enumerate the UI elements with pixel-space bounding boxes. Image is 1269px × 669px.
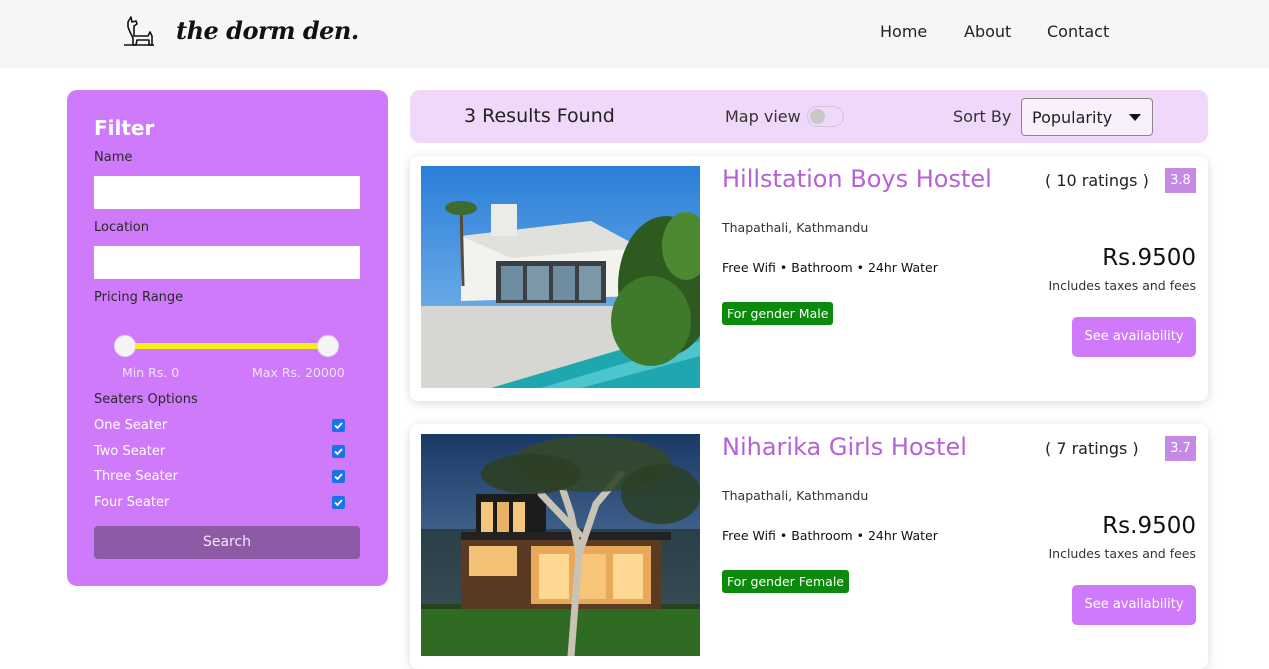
- price-note: Includes taxes and fees: [1048, 546, 1196, 561]
- name-label: Name: [94, 150, 133, 165]
- results-count: 3 Results Found: [464, 105, 615, 127]
- goat-icon[interactable]: [122, 14, 156, 48]
- rating-score-badge: 3.8: [1165, 168, 1196, 193]
- nav-home[interactable]: Home: [880, 22, 927, 41]
- filter-title: Filter: [94, 116, 155, 140]
- listing-price: Rs.9500: [1102, 245, 1196, 271]
- location-input[interactable]: [94, 246, 360, 279]
- filter-panel: Filter Name Location Pricing Range Min R…: [67, 90, 388, 586]
- seaters-options-label: Seaters Options: [94, 392, 198, 407]
- logo-text[interactable]: the dorm den.: [176, 16, 359, 45]
- seater-label-three: Three Seater: [94, 469, 179, 484]
- price-min-label: Min Rs. 0: [122, 365, 180, 380]
- toggle-knob: [810, 109, 825, 124]
- listing-photo[interactable]: [421, 166, 700, 388]
- sort-value: Popularity: [1032, 108, 1113, 127]
- name-input[interactable]: [94, 176, 360, 209]
- see-availability-button[interactable]: See availability: [1072, 317, 1196, 357]
- listing-card[interactable]: Hillstation Boys Hostel ( 10 ratings ) 3…: [410, 156, 1208, 401]
- see-availability-button[interactable]: See availability: [1072, 585, 1196, 625]
- seater-label-four: Four Seater: [94, 495, 170, 510]
- gender-badge: For gender Female: [722, 570, 849, 593]
- listing-photo[interactable]: [421, 434, 700, 656]
- pricing-range-label: Pricing Range: [94, 290, 184, 305]
- nav-about[interactable]: About: [964, 22, 1011, 41]
- caret-down-icon: [1129, 114, 1141, 121]
- listing-location: Thapathali, Kathmandu: [722, 488, 869, 503]
- listing-amenities: Free Wifi • Bathroom • 24hr Water: [722, 528, 938, 543]
- listing-amenities: Free Wifi • Bathroom • 24hr Water: [722, 260, 938, 275]
- gender-badge: For gender Male: [722, 302, 834, 325]
- map-view-label: Map view: [725, 107, 801, 126]
- listing-price: Rs.9500: [1102, 513, 1196, 539]
- price-note: Includes taxes and fees: [1048, 278, 1196, 293]
- sort-select[interactable]: Popularity: [1021, 98, 1153, 136]
- rating-count: ( 7 ratings ): [1045, 439, 1139, 458]
- rating-score-badge: 3.7: [1165, 436, 1196, 461]
- seater-label-two: Two Seater: [94, 444, 166, 459]
- seater-checkbox-one[interactable]: [332, 419, 345, 432]
- seater-checkbox-three[interactable]: [332, 470, 345, 483]
- listing-title[interactable]: Niharika Girls Hostel: [722, 433, 967, 461]
- seater-checkbox-two[interactable]: [332, 445, 345, 458]
- price-range-track[interactable]: [125, 343, 329, 349]
- price-min-handle[interactable]: [114, 335, 136, 357]
- price-max-label: Max Rs. 20000: [252, 365, 345, 380]
- map-view-toggle[interactable]: [807, 106, 844, 127]
- nav-contact[interactable]: Contact: [1047, 22, 1109, 41]
- site-header: the dorm den. Home About Contact: [0, 0, 1269, 68]
- results-bar: 3 Results Found Map view Sort By Popular…: [410, 90, 1208, 143]
- seater-checkbox-four[interactable]: [332, 496, 345, 509]
- listing-card[interactable]: Niharika Girls Hostel ( 7 ratings ) 3.7 …: [410, 424, 1208, 669]
- seater-label-one: One Seater: [94, 418, 168, 433]
- search-button[interactable]: Search: [94, 526, 360, 559]
- price-max-handle[interactable]: [317, 335, 339, 357]
- sort-by-label: Sort By: [953, 107, 1012, 126]
- rating-count: ( 10 ratings ): [1045, 171, 1149, 190]
- listing-location: Thapathali, Kathmandu: [722, 220, 869, 235]
- location-label: Location: [94, 220, 149, 235]
- listing-title[interactable]: Hillstation Boys Hostel: [722, 165, 992, 193]
